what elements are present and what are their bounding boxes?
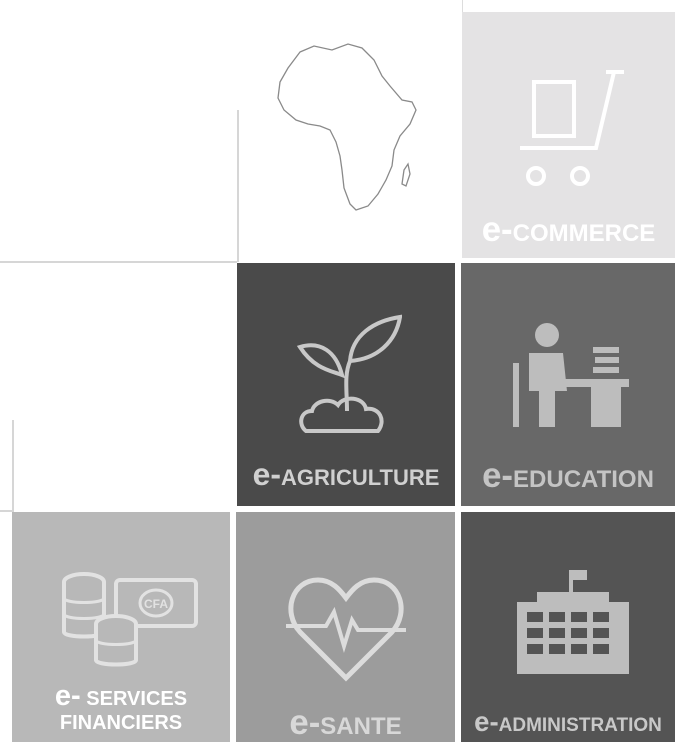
tile-label-services-line2: FINANCIERS [59,712,183,734]
government-building-icon [517,570,629,674]
tile-label-sante: e-SANTE [289,703,402,742]
grid-line-vertical-2 [12,420,14,512]
africa-map-icon [277,43,417,211]
tile-label-commerce: e-COMMERCE [481,210,656,249]
banknote-cfa-text: CFA [144,597,168,611]
heart-pulse-icon [286,577,406,682]
shopping-cart-icon [520,70,624,186]
tile-label-services-line1: e- SERVICES [54,680,188,712]
tile-label-agriculture: e-AGRICULTURE [252,456,440,492]
tile-label-education: e-EDUCATION [482,456,654,495]
student-at-desk-icon [513,323,629,427]
plant-sprout-icon [296,314,402,433]
tile-e-services-financiers[interactable]: CFA e- SERVICES FINANCIERS [12,512,230,742]
grid-line-horizontal-2 [0,510,12,512]
tile-e-agriculture[interactable]: e-AGRICULTURE [237,263,455,506]
tile-e-administration[interactable]: e-ADMINISTRATION [461,512,675,742]
grid-line-top [462,0,683,12]
grid-line-vertical-1 [237,110,239,262]
tile-label-administration: e-ADMINISTRATION [474,706,662,737]
grid-line-horizontal-1 [0,261,237,263]
tile-e-education[interactable]: e-EDUCATION [461,263,675,506]
tile-e-sante[interactable]: e-SANTE [236,512,455,742]
tile-e-commerce[interactable]: e-COMMERCE [462,12,675,258]
coins-and-banknote-icon: CFA [62,572,198,667]
